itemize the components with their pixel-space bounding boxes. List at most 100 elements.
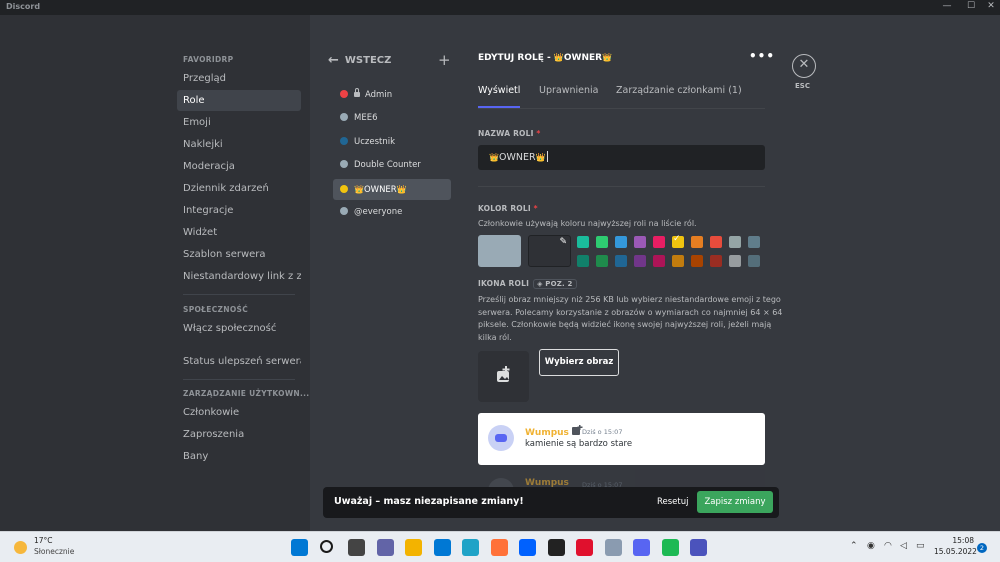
role-item-mee6[interactable]: MEE6 — [333, 108, 451, 129]
battery-icon[interactable]: ▭ — [916, 541, 925, 551]
sidebar-item-members[interactable]: Członkowie — [177, 402, 301, 423]
chevron-up-icon[interactable]: ⌃ — [850, 541, 858, 551]
role-name: OWNER — [363, 185, 397, 195]
color-swatch[interactable] — [729, 236, 741, 248]
color-swatch[interactable] — [691, 255, 703, 267]
color-swatch[interactable] — [634, 236, 646, 248]
color-swatch[interactable] — [748, 255, 760, 267]
sidebar-item-widget[interactable]: Widżet — [177, 222, 301, 243]
sidebar-item-invites[interactable]: Zaproszenia — [177, 424, 301, 445]
task-view-icon[interactable] — [348, 539, 365, 556]
add-image-icon — [497, 366, 510, 382]
role-item-admin[interactable]: Admin — [333, 85, 451, 106]
edge-icon[interactable] — [462, 539, 479, 556]
sidebar-item-emoji[interactable]: Emoji — [177, 112, 301, 133]
color-swatch[interactable] — [653, 255, 665, 267]
system-clock[interactable]: 15:08 15.05.2022 — [934, 536, 977, 556]
role-icon-upload[interactable] — [478, 351, 529, 402]
role-color-dot — [340, 160, 348, 168]
sidebar-item-stickers[interactable]: Naklejki — [177, 134, 301, 155]
close-icon: ✕ — [798, 57, 810, 72]
role-item-everyone[interactable]: @everyone — [333, 202, 451, 223]
eyedropper-icon: ✎ — [559, 237, 567, 247]
color-swatch[interactable] — [634, 255, 646, 267]
sidebar-item-audit-log[interactable]: Dziennik zdarzeń — [177, 178, 301, 199]
notion-icon[interactable] — [547, 539, 565, 556]
sidebar-item-overview[interactable]: Przegląd — [177, 68, 301, 89]
color-swatch[interactable] — [596, 255, 608, 267]
mail-icon[interactable] — [433, 539, 451, 556]
sidebar-item-vanity-url[interactable]: Niestandardowy link z z... — [177, 266, 301, 287]
color-swatch[interactable] — [729, 255, 741, 267]
color-swatch[interactable] — [691, 236, 703, 248]
role-name: Double Counter — [354, 160, 421, 170]
spotify-icon[interactable] — [661, 539, 679, 556]
opera-icon[interactable] — [576, 539, 593, 556]
icon-desc-line: piksele. Członkowie będą widzieć ikonę s… — [478, 320, 772, 329]
search-icon[interactable] — [319, 540, 333, 553]
teams-chat-icon[interactable] — [376, 539, 394, 556]
checkmark-icon: ✓ — [673, 234, 681, 244]
notification-badge[interactable]: 2 — [977, 543, 987, 553]
close-window-button[interactable]: ✕ — [984, 1, 998, 11]
role-color-description: Członkowie używają koloru najwyższej rol… — [478, 219, 697, 228]
teams-icon[interactable] — [690, 539, 707, 556]
maximize-button[interactable]: ☐ — [964, 1, 978, 11]
custom-color-picker[interactable]: ✎ — [528, 235, 571, 267]
sidebar-item-enable-community[interactable]: Włącz społeczność — [177, 318, 301, 339]
sidebar-item-bans[interactable]: Bany — [177, 446, 301, 467]
back-button[interactable]: ← WSTECZ — [328, 54, 391, 68]
color-swatch[interactable] — [596, 236, 608, 248]
role-name-input[interactable]: 👑OWNER👑 — [478, 145, 765, 170]
color-swatch[interactable] — [615, 255, 627, 267]
tab-manage-members[interactable]: Zarządzanie członkami (1) — [616, 85, 742, 96]
sidebar-item-roles[interactable]: Role — [177, 90, 301, 111]
tab-permissions[interactable]: Uprawnienia — [539, 85, 598, 96]
tab-display[interactable]: Wyświetl — [478, 85, 520, 96]
preview-timestamp: Dziś o 15:07 — [582, 428, 623, 436]
role-item-double-counter[interactable]: Double Counter — [333, 155, 451, 176]
color-swatch[interactable]: ✓ — [672, 234, 684, 248]
role-item-uczestnik[interactable]: Uczestnik — [333, 132, 451, 153]
firefox-icon[interactable] — [490, 539, 508, 556]
sun-icon[interactable] — [14, 541, 27, 554]
color-swatch[interactable] — [653, 236, 665, 248]
boost-badge-text: POZ. 2 — [545, 280, 573, 288]
windows-start-icon[interactable] — [291, 539, 308, 556]
more-options-button[interactable]: ••• — [749, 49, 775, 63]
color-swatch[interactable] — [672, 255, 684, 267]
dropbox-icon[interactable] — [519, 539, 536, 556]
color-swatch[interactable] — [710, 255, 722, 267]
color-swatch[interactable] — [615, 236, 627, 248]
weather-condition[interactable]: Słonecznie — [34, 547, 74, 556]
role-color-dot — [340, 113, 348, 121]
snipping-icon[interactable] — [604, 539, 622, 556]
color-swatch[interactable] — [577, 255, 589, 267]
sidebar-item-boost-status[interactable]: Status ulepszeń serwera — [177, 351, 301, 372]
file-explorer-icon[interactable] — [405, 539, 422, 556]
discord-icon[interactable] — [633, 539, 650, 556]
color-swatch[interactable] — [748, 236, 760, 248]
role-color-dot — [340, 207, 348, 215]
sidebar-item-integrations[interactable]: Integracje — [177, 200, 301, 221]
preview-message: kamienie są bardzo stare — [525, 439, 633, 449]
tray-app-icon[interactable]: ◉ — [867, 541, 875, 551]
choose-image-button[interactable]: Wybierz obraz — [539, 349, 619, 376]
role-item-owner[interactable]: 👑OWNER👑 — [333, 179, 451, 200]
weather-temperature[interactable]: 17°C — [34, 536, 53, 545]
close-settings-button[interactable]: ✕ — [792, 54, 816, 78]
color-swatch[interactable] — [710, 236, 722, 248]
wifi-icon[interactable]: ◠ — [884, 541, 892, 551]
default-color-swatch[interactable] — [478, 235, 521, 267]
add-role-button[interactable]: + — [438, 51, 451, 69]
role-name-label-text: NAZWA ROLI — [478, 129, 534, 138]
color-swatch[interactable] — [577, 236, 589, 248]
sidebar-item-template[interactable]: Szablon serwera — [177, 244, 301, 265]
minimize-button[interactable]: — — [940, 1, 954, 11]
tabs-divider — [478, 108, 765, 109]
save-changes-button[interactable]: Zapisz zmiany — [697, 491, 773, 513]
role-color-dot — [340, 137, 348, 145]
sidebar-item-moderation[interactable]: Moderacja — [177, 156, 301, 177]
reset-button[interactable]: Resetuj — [657, 497, 689, 507]
speaker-icon[interactable]: ◁ — [900, 541, 907, 551]
